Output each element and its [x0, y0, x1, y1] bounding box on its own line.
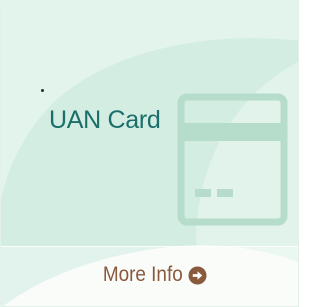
- credit-card-icon: [177, 93, 288, 226]
- tile-title: UAN Card: [49, 106, 161, 134]
- more-info-link[interactable]: More Info: [1, 257, 298, 293]
- dot-marker: [41, 89, 44, 92]
- more-info-label: More Info: [103, 263, 183, 286]
- divider: [1, 246, 298, 247]
- circle-arrow-right-icon: [188, 265, 207, 285]
- uan-card-tile[interactable]: UAN Card More Info: [0, 0, 299, 307]
